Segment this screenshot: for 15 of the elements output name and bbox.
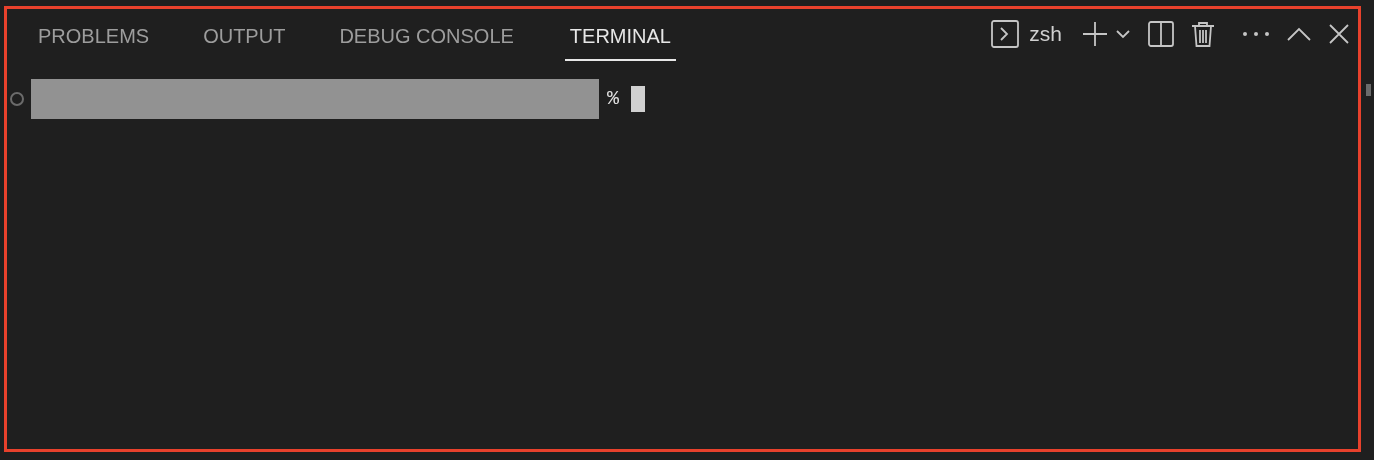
split-icon[interactable] xyxy=(1148,21,1174,47)
prompt-symbol: % xyxy=(607,86,619,112)
terminal-icon xyxy=(991,20,1020,48)
panel-tab[interactable]: TERMINAL xyxy=(564,13,676,61)
terminal-profile-button[interactable]: zsh xyxy=(991,18,1062,50)
close-icon[interactable] xyxy=(1328,23,1350,45)
scrollbar-thumb[interactable] xyxy=(1366,84,1371,96)
terminal-cursor xyxy=(631,86,645,112)
panel-tab[interactable]: PROBLEMS xyxy=(35,13,153,61)
add-icon[interactable] xyxy=(1082,21,1108,47)
trash-icon[interactable] xyxy=(1190,21,1216,47)
panel-tab[interactable]: OUTPUT xyxy=(200,13,289,61)
chevron-up-icon[interactable] xyxy=(1286,26,1312,42)
more-icon[interactable] xyxy=(1242,30,1270,38)
panel-tab[interactable]: DEBUG CONSOLE xyxy=(336,13,517,61)
